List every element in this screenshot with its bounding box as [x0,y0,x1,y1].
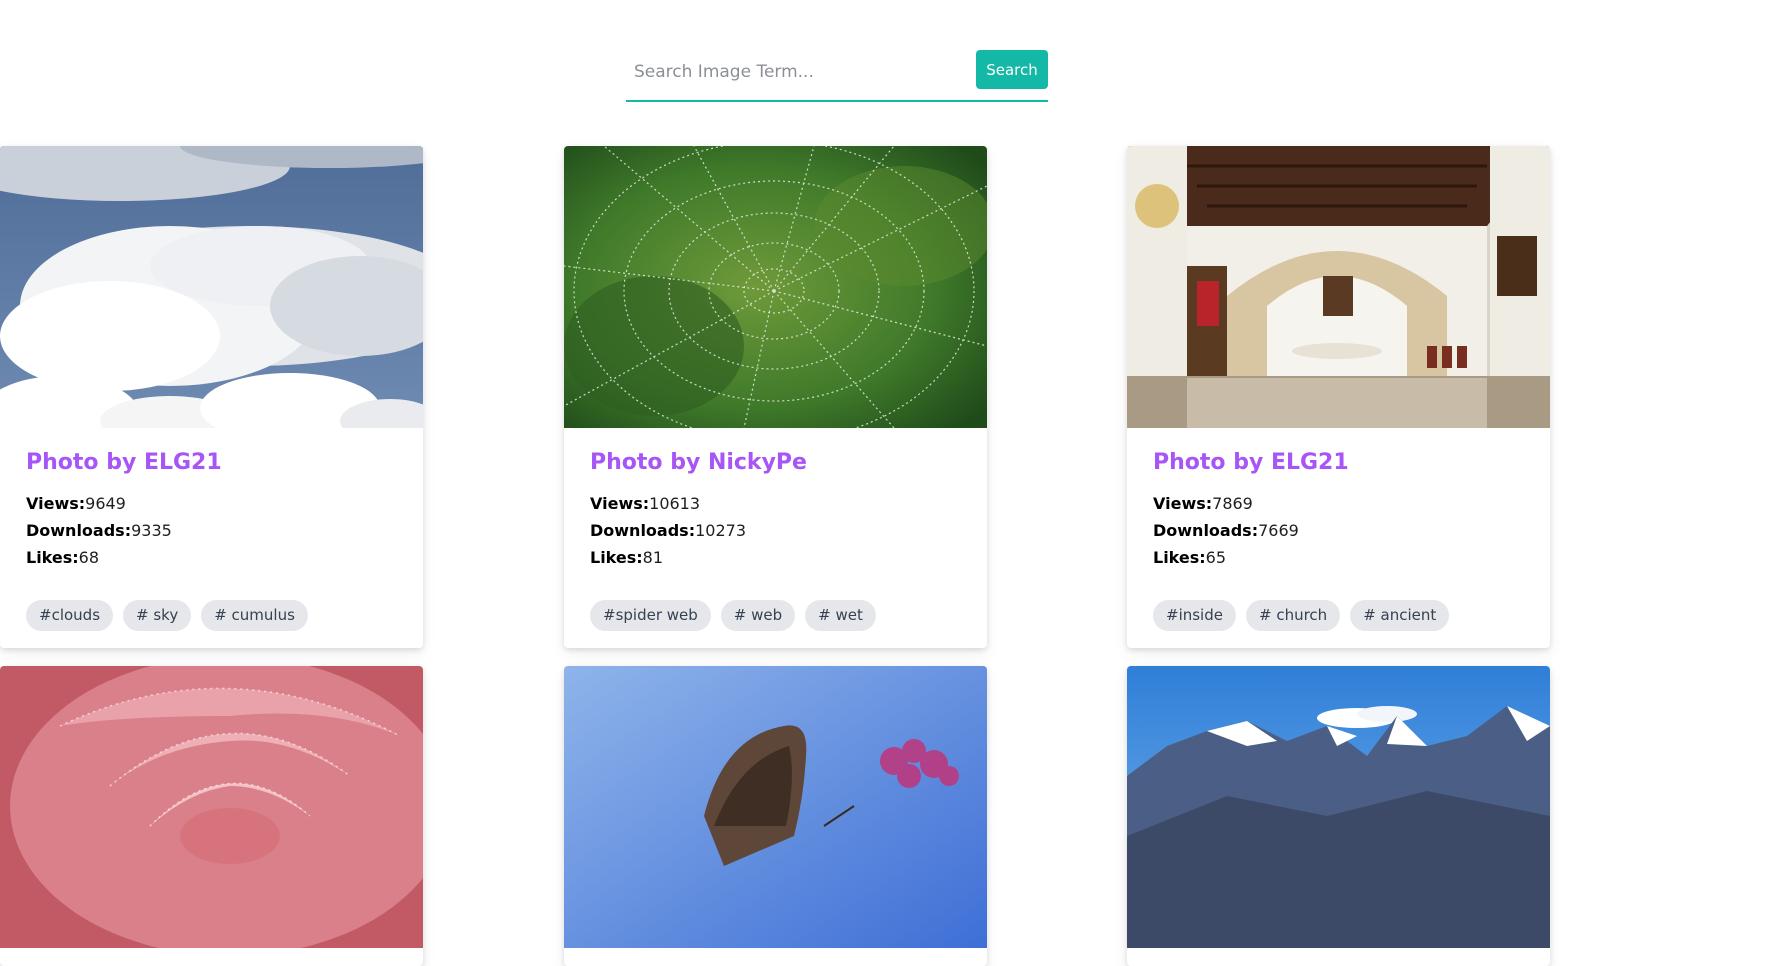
views-value: 9649 [85,494,126,513]
card-photo-mountains[interactable] [1127,666,1550,948]
tag-chip[interactable]: # web [720,600,796,631]
tag-list: #inside # church # ancient [1153,600,1450,631]
search-button[interactable]: Search [976,50,1048,89]
card-title: Photo by NickyPe [590,450,807,475]
card-photo-clouds[interactable] [0,146,423,428]
likes-stat: Likes:68 [26,544,397,571]
tag-chip[interactable]: #inside [1153,600,1236,631]
tag-chip[interactable]: # ancient [1350,600,1450,631]
tag-chip[interactable]: # wet [805,600,876,631]
card-title: Photo by ELG21 [26,450,222,475]
likes-value: 81 [642,548,664,567]
image-card: Photo by ELG21 Views:7869 Downloads:7669… [1127,146,1550,648]
views-value: 7869 [1212,494,1253,513]
views-value: 10613 [649,494,701,513]
likes-label: Likes: [26,548,79,567]
card-photo-butterfly[interactable] [564,666,987,948]
image-card: Photo by ELG21 Views:9649 Downloads:9335… [0,146,423,648]
image-card [564,666,987,966]
downloads-stat: Downloads:10273 [590,517,961,544]
downloads-label: Downloads: [1153,521,1259,540]
likes-value: 65 [1205,548,1227,567]
image-card [1127,666,1550,966]
card-photo-spider-web[interactable] [564,146,987,428]
downloads-value: 10273 [695,521,746,540]
image-card: Photo by NickyPe Views:10613 Downloads:1… [564,146,987,648]
search-bar: Search [626,50,1048,102]
search-input[interactable] [626,50,966,94]
rose-photo [0,666,423,948]
downloads-value: 7669 [1258,521,1299,540]
card-photo-church[interactable] [1127,146,1550,428]
spider-web-photo [564,146,987,428]
likes-label: Likes: [1153,548,1206,567]
card-title: Photo by ELG21 [1153,450,1349,475]
views-stat: Views:10613 [590,490,961,517]
views-stat: Views:9649 [26,490,397,517]
tag-list: #clouds # sky # cumulus [26,600,308,631]
church-photo [1127,146,1550,428]
views-label: Views: [590,494,650,513]
mountains-photo [1127,666,1550,948]
clouds-photo [0,146,423,428]
likes-label: Likes: [590,548,643,567]
card-photo-rose[interactable] [0,666,423,948]
views-label: Views: [1153,494,1213,513]
views-stat: Views:7869 [1153,490,1524,517]
likes-stat: Likes:81 [590,544,961,571]
likes-stat: Likes:65 [1153,544,1524,571]
downloads-label: Downloads: [590,521,696,540]
downloads-stat: Downloads:9335 [26,517,397,544]
downloads-label: Downloads: [26,521,132,540]
tag-chip[interactable]: # cumulus [201,600,308,631]
views-label: Views: [26,494,86,513]
downloads-stat: Downloads:7669 [1153,517,1524,544]
tag-chip[interactable]: #clouds [26,600,114,631]
downloads-value: 9335 [131,521,172,540]
tag-chip[interactable]: #spider web [590,600,711,631]
image-card [0,666,423,966]
butterfly-photo [564,666,987,948]
tag-chip[interactable]: # sky [123,600,192,631]
likes-value: 68 [78,548,100,567]
tag-chip[interactable]: # church [1245,600,1341,631]
tag-list: #spider web # web # wet [590,600,876,631]
